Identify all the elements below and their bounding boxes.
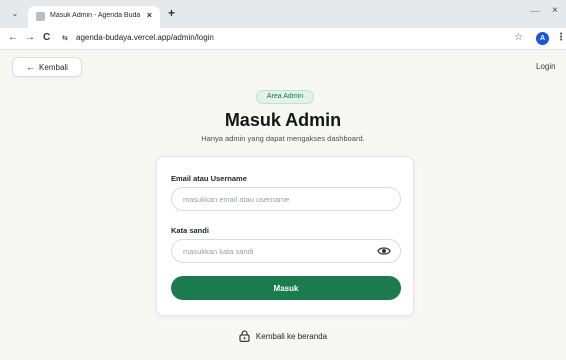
tab-close-icon[interactable]: ×: [147, 10, 152, 20]
login-link[interactable]: Login: [536, 62, 556, 71]
new-tab-button[interactable]: +: [168, 6, 175, 20]
back-arrow-icon[interactable]: ←: [8, 32, 18, 43]
page-title: Masuk Admin: [224, 110, 342, 130]
submit-button[interactable]: Masuk: [171, 276, 401, 300]
chevron-down-icon[interactable]: ⌄: [8, 8, 22, 20]
profile-avatar[interactable]: A: [536, 32, 549, 45]
email-label: Email atau Username: [171, 174, 247, 183]
home-link-label: Kembali ke beranda: [255, 331, 328, 341]
favicon-icon: [36, 12, 45, 21]
eye-icon[interactable]: [377, 245, 391, 257]
arrow-left-icon: ←: [26, 62, 36, 72]
address-bar: ← → C ⇆ agenda-budaya.vercel.app/admin/l…: [0, 28, 566, 50]
forward-arrow-icon[interactable]: →: [25, 32, 35, 43]
url-text[interactable]: agenda-budaya.vercel.app/admin/login: [76, 33, 214, 42]
password-label: Kata sandi: [171, 226, 209, 235]
back-button[interactable]: ← Kembali: [12, 57, 82, 77]
area-badge: Area Admin: [256, 90, 314, 104]
tab-title: Masuk Admin - Agenda Budaya: [50, 12, 140, 19]
back-button-label: Kembali: [39, 62, 68, 72]
browser-menu-icon[interactable]: ⋮: [556, 32, 566, 43]
email-input[interactable]: [171, 187, 401, 211]
bookmark-star-icon[interactable]: ☆: [514, 32, 523, 43]
browser-tab[interactable]: Masuk Admin - Agenda Budaya ×: [28, 6, 160, 28]
password-input[interactable]: [171, 239, 401, 263]
home-link[interactable]: Kembali ke beranda: [0, 330, 566, 342]
minimize-icon[interactable]: —: [530, 6, 540, 17]
reload-icon[interactable]: C: [43, 32, 50, 43]
browser-tab-bar: ⌄ Masuk Admin - Agenda Budaya × + — ×: [0, 0, 566, 28]
page-subtitle: Hanya admin yang dapat mengakses dashboa…: [201, 134, 365, 143]
login-card: Email atau Username Kata sandi Masuk: [156, 156, 414, 316]
window-close-icon[interactable]: ×: [552, 5, 558, 16]
site-info-icon[interactable]: ⇆: [62, 34, 68, 42]
lock-icon: [239, 330, 250, 342]
